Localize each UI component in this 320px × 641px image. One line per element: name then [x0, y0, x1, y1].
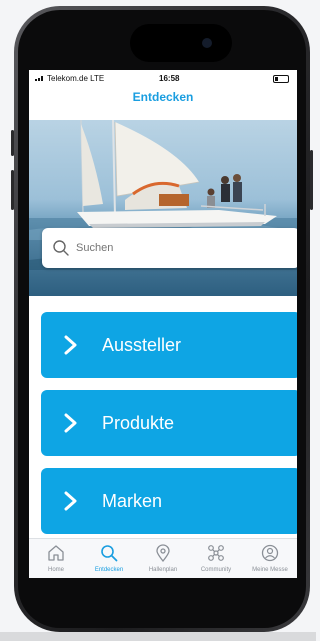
- status-time: 16:58: [159, 74, 180, 83]
- tile-aussteller[interactable]: Aussteller: [41, 312, 297, 378]
- profile-icon: [261, 544, 279, 562]
- volume-up-button: [11, 130, 14, 156]
- front-camera: [202, 38, 212, 48]
- hero-image-sailboat: [29, 120, 297, 296]
- chevron-right-icon: [64, 335, 77, 355]
- tab-label: Entdecken: [94, 567, 124, 573]
- page-title: Entdecken: [132, 90, 194, 104]
- tab-label: Community: [200, 567, 232, 573]
- tab-label: Meine Messe: [252, 567, 288, 573]
- tile-label: Produkte: [102, 413, 175, 433]
- chevron-right-icon: [64, 413, 77, 433]
- tab-entdecken[interactable]: Entdecken: [82, 539, 136, 578]
- tile-marken[interactable]: Marken: [41, 468, 297, 534]
- dynamic-island: [130, 24, 232, 62]
- location-pin-icon: [156, 544, 170, 562]
- search-icon: [53, 240, 69, 256]
- search-icon: [101, 545, 118, 562]
- search-input[interactable]: [76, 228, 276, 268]
- tab-label: Hallenplan: [148, 567, 178, 573]
- tile-produkte[interactable]: Produkte: [41, 390, 297, 456]
- tab-bar: Home Entdecken Hallenplan Community Mein…: [29, 538, 297, 578]
- signal-icon: [35, 75, 45, 81]
- tile-label: Marken: [102, 491, 163, 511]
- tab-label: Home: [47, 567, 64, 573]
- status-bar: Telekom.de LTE 16:58: [29, 70, 297, 86]
- tab-home[interactable]: Home: [29, 539, 83, 578]
- chevron-right-icon: [64, 491, 77, 511]
- carrier-label: Telekom.de LTE: [47, 74, 105, 83]
- tab-meine-messe[interactable]: Meine Messe: [243, 539, 297, 578]
- search-bar[interactable]: [42, 228, 297, 268]
- power-button: [310, 150, 313, 210]
- tab-hallenplan[interactable]: Hallenplan: [136, 539, 190, 578]
- volume-down-button: [11, 170, 14, 210]
- battery-icon: [273, 75, 289, 83]
- page-bottom-edge: [0, 632, 316, 641]
- community-icon: [208, 545, 224, 561]
- app-screen: Telekom.de LTE 16:58 Entdecken Suchen Au…: [29, 70, 297, 578]
- tab-community[interactable]: Community: [189, 539, 243, 578]
- home-icon: [48, 545, 64, 561]
- tile-label: Aussteller: [102, 335, 182, 355]
